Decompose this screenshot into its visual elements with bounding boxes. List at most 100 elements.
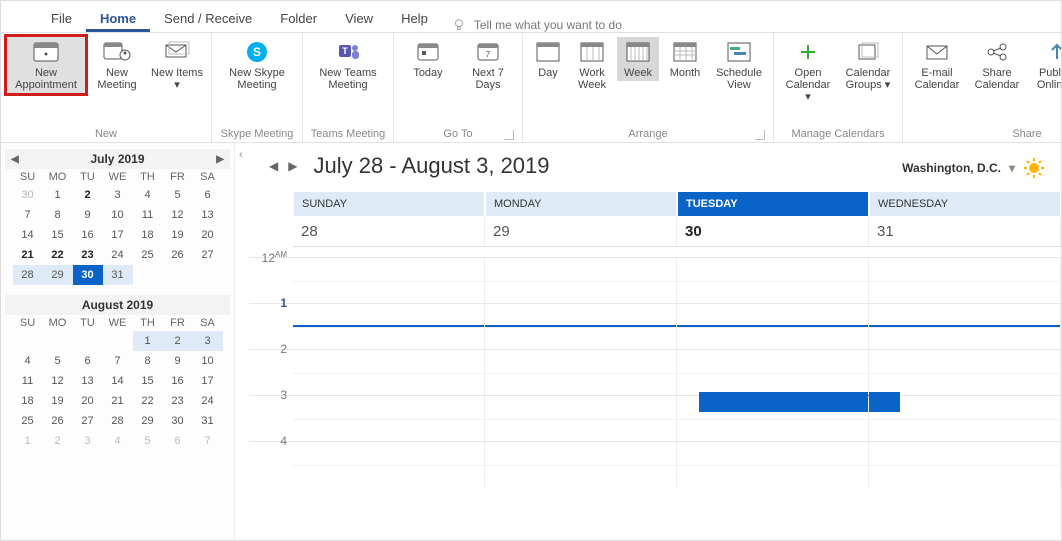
mini-day[interactable]: 5: [163, 185, 193, 205]
mini-day[interactable]: 22: [133, 391, 163, 411]
mini-day[interactable]: 23: [163, 391, 193, 411]
mini-day[interactable]: 4: [13, 351, 43, 371]
mini-day[interactable]: 3: [73, 431, 103, 451]
arrange-launcher[interactable]: [755, 130, 765, 140]
time-cell[interactable]: [869, 396, 1061, 441]
days-grid-july[interactable]: 3012345678910111213141516171819202122232…: [5, 185, 230, 285]
publish-online-button[interactable]: Publish Online ▾: [1029, 37, 1062, 93]
mini-day[interactable]: 18: [13, 391, 43, 411]
tell-me-search[interactable]: Tell me what you want to do: [452, 18, 622, 32]
mini-day[interactable]: 28: [13, 265, 43, 285]
mini-day[interactable]: 2: [73, 185, 103, 205]
time-cell[interactable]: [293, 396, 485, 441]
goto-launcher[interactable]: [504, 130, 514, 140]
mini-day[interactable]: 16: [163, 371, 193, 391]
time-cell[interactable]: [485, 442, 677, 487]
workweek-button[interactable]: Work Week: [571, 37, 613, 93]
time-cell[interactable]: [869, 350, 1061, 395]
day-button[interactable]: Day: [529, 37, 567, 81]
mini-day[interactable]: 2: [163, 331, 193, 351]
mini-day[interactable]: 23: [73, 245, 103, 265]
mini-day[interactable]: 2: [43, 431, 73, 451]
mini-day[interactable]: 10: [103, 205, 133, 225]
mini-day[interactable]: 6: [73, 351, 103, 371]
mini-day[interactable]: 25: [133, 245, 163, 265]
time-cell[interactable]: [677, 350, 869, 395]
time-cell[interactable]: [869, 442, 1061, 487]
mini-day[interactable]: 13: [193, 205, 223, 225]
mini-day[interactable]: 24: [103, 245, 133, 265]
mini-day[interactable]: 22: [43, 245, 73, 265]
mini-day[interactable]: 9: [73, 205, 103, 225]
mini-day[interactable]: 30: [163, 411, 193, 431]
mini-day[interactable]: 25: [13, 411, 43, 431]
location-dropdown-icon[interactable]: ▾: [1009, 161, 1015, 175]
mini-day[interactable]: 1: [13, 431, 43, 451]
time-cell[interactable]: [485, 350, 677, 395]
mini-day[interactable]: 19: [43, 391, 73, 411]
tab-home[interactable]: Home: [86, 5, 150, 32]
mini-day[interactable]: 15: [43, 225, 73, 245]
new-teams-meeting-button[interactable]: T New Teams Meeting: [309, 37, 387, 93]
mini-day[interactable]: 28: [103, 411, 133, 431]
week-button[interactable]: Week: [617, 37, 659, 81]
mini-day[interactable]: 8: [43, 205, 73, 225]
time-grid[interactable]: 12AM1234: [249, 257, 1061, 487]
mini-day[interactable]: [73, 331, 103, 351]
mini-day[interactable]: 31: [103, 265, 133, 285]
mini-day[interactable]: 16: [73, 225, 103, 245]
date-cell[interactable]: 29: [485, 217, 677, 246]
today-button[interactable]: Today: [400, 37, 456, 81]
tab-help[interactable]: Help: [387, 5, 442, 32]
hour-row[interactable]: 1: [249, 303, 1061, 349]
mini-day[interactable]: 4: [103, 431, 133, 451]
time-cell[interactable]: [293, 442, 485, 487]
mini-day[interactable]: 7: [103, 351, 133, 371]
mini-day[interactable]: 4: [133, 185, 163, 205]
mini-day[interactable]: 6: [193, 185, 223, 205]
hour-row[interactable]: 12AM: [249, 257, 1061, 303]
mini-day[interactable]: 10: [193, 351, 223, 371]
email-calendar-button[interactable]: E-mail Calendar: [909, 37, 965, 93]
date-cell[interactable]: 31: [869, 217, 1061, 246]
time-cell[interactable]: [869, 258, 1061, 303]
time-cell[interactable]: [677, 396, 869, 441]
day-header[interactable]: WEDNESDAY: [869, 191, 1061, 217]
mini-day[interactable]: 7: [193, 431, 223, 451]
time-cell[interactable]: [293, 350, 485, 395]
day-header[interactable]: SUNDAY: [293, 191, 485, 217]
calendar-groups-button[interactable]: Calendar Groups ▾: [840, 37, 896, 93]
share-calendar-button[interactable]: Share Calendar: [969, 37, 1025, 93]
mini-day[interactable]: 27: [73, 411, 103, 431]
mini-day[interactable]: 9: [163, 351, 193, 371]
mini-day[interactable]: 21: [103, 391, 133, 411]
time-cell[interactable]: [485, 304, 677, 349]
time-cell[interactable]: [485, 396, 677, 441]
tab-view[interactable]: View: [331, 5, 387, 32]
mini-day[interactable]: 20: [73, 391, 103, 411]
mini-day[interactable]: [13, 331, 43, 351]
mini-day[interactable]: [103, 331, 133, 351]
mini-day[interactable]: 14: [13, 225, 43, 245]
mini-day[interactable]: 11: [133, 205, 163, 225]
mini-day[interactable]: 30: [73, 265, 103, 285]
time-cell[interactable]: [485, 258, 677, 303]
mini-day[interactable]: 18: [133, 225, 163, 245]
mini-day[interactable]: 15: [133, 371, 163, 391]
time-cell[interactable]: [677, 442, 869, 487]
mini-day[interactable]: 12: [163, 205, 193, 225]
range-next-icon[interactable]: ▶: [288, 159, 303, 173]
mini-day[interactable]: 26: [43, 411, 73, 431]
weather-location[interactable]: Washington, D.C. ▾: [902, 157, 1045, 179]
hour-row[interactable]: 4: [249, 441, 1061, 487]
mini-day[interactable]: 14: [103, 371, 133, 391]
mini-day[interactable]: 3: [103, 185, 133, 205]
prev-month-icon[interactable]: ◀: [5, 154, 25, 165]
time-cell[interactable]: [293, 258, 485, 303]
tab-folder[interactable]: Folder: [266, 5, 331, 32]
next7-button[interactable]: 7 Next 7 Days: [460, 37, 516, 93]
hour-row[interactable]: 2: [249, 349, 1061, 395]
mini-day[interactable]: 6: [163, 431, 193, 451]
schedule-view-button[interactable]: Schedule View: [711, 37, 767, 93]
new-appointment-button[interactable]: New Appointment: [7, 37, 85, 93]
